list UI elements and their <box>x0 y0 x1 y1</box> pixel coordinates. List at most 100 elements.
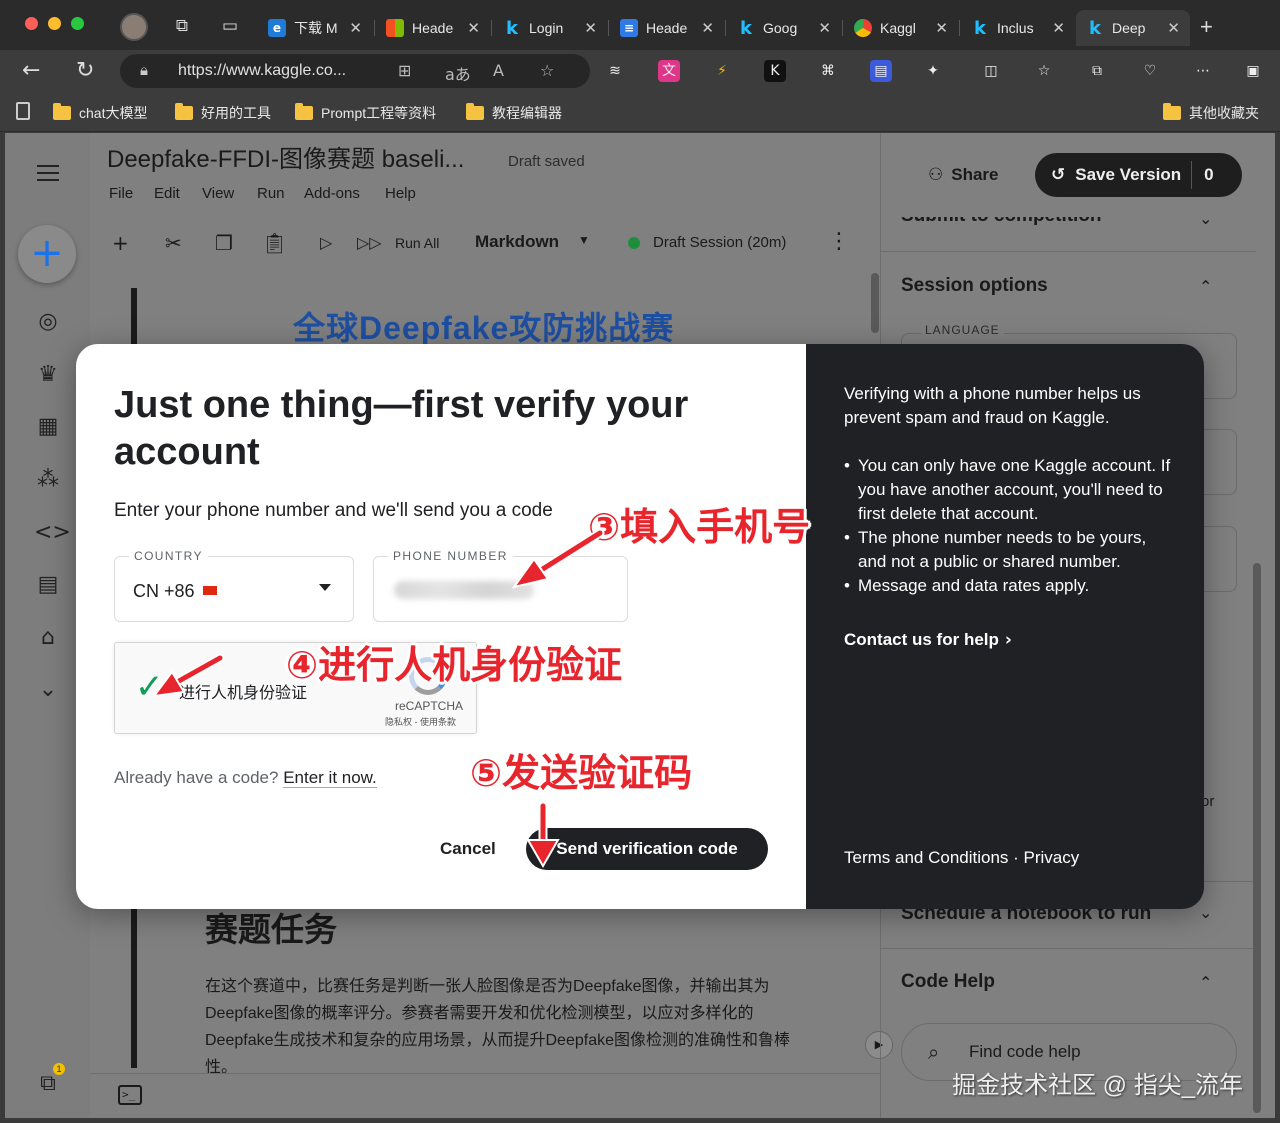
cancel-button[interactable]: Cancel <box>440 839 496 859</box>
recaptcha-terms-link[interactable]: 隐私权 - 使用条款 <box>385 715 456 728</box>
tab-actions-icon[interactable]: ▭ <box>220 16 240 36</box>
menu-edit[interactable]: Edit <box>154 185 180 202</box>
profile-avatar[interactable] <box>120 13 148 41</box>
translate-icon[interactable]: aあ <box>445 61 471 85</box>
bookmark-folder[interactable]: 教程编辑器 <box>466 103 562 123</box>
session-options-heading[interactable]: Session options <box>901 275 1048 297</box>
contact-help-link[interactable]: Contact us for help › <box>844 630 1012 650</box>
code-help-heading[interactable]: Code Help <box>901 971 995 993</box>
browser-tab[interactable]: k Goog ✕ <box>727 10 841 46</box>
learn-icon[interactable]: ⌂ <box>34 624 62 652</box>
extension-icon[interactable]: ▤ <box>870 60 892 82</box>
close-tab-icon[interactable]: ✕ <box>349 19 362 37</box>
submit-competition-heading[interactable]: Submit to competition <box>901 217 1102 227</box>
table-icon[interactable]: ▦ <box>34 413 62 441</box>
browser-tab[interactable]: ≡ Heade ✕ <box>610 10 724 46</box>
cell-type-select[interactable]: Markdown <box>475 232 559 252</box>
menu-view[interactable]: View <box>202 185 234 202</box>
country-select[interactable]: COUNTRY CN +86 <box>114 549 354 622</box>
maximize-window-button[interactable] <box>71 17 84 30</box>
chevron-up-icon[interactable]: ⌃ <box>1199 973 1212 992</box>
copy-icon[interactable]: ❐ <box>215 231 233 255</box>
close-tab-icon[interactable]: ✕ <box>701 19 714 37</box>
run-all-icon[interactable]: ▷▷ <box>357 231 382 255</box>
chevron-up-icon[interactable]: ⌃ <box>1199 277 1212 296</box>
page-icon[interactable] <box>16 102 30 120</box>
browser-tab[interactable]: Heade ✕ <box>376 10 490 46</box>
hamburger-menu-icon[interactable] <box>37 165 59 181</box>
lightning-extension-icon[interactable]: ⚡ <box>711 60 733 82</box>
other-bookmarks-folder[interactable]: 其他收藏夹 <box>1163 103 1259 123</box>
close-window-button[interactable] <box>25 17 38 30</box>
minimize-window-button[interactable] <box>48 17 61 30</box>
notebook-toolbar: + ✂ ❐ 📋︎ ▷ ▷▷ Run All Markdown ▼ Draft S… <box>90 223 870 263</box>
menu-file[interactable]: File <box>109 185 133 202</box>
console-icon[interactable]: >_ <box>118 1085 142 1105</box>
chevron-down-icon[interactable]: ⌄ <box>1199 209 1212 228</box>
puzzle-extensions-icon[interactable]: ✦ <box>922 60 944 82</box>
reload-icon[interactable]: ↻ <box>76 59 94 83</box>
add-cell-icon[interactable]: + <box>112 231 129 255</box>
menu-run[interactable]: Run <box>257 185 285 202</box>
folder-icon <box>175 103 193 120</box>
create-button[interactable]: + <box>18 225 76 283</box>
panel-scrollbar[interactable] <box>1253 563 1261 1113</box>
close-tab-icon[interactable]: ✕ <box>818 19 831 37</box>
extension-icon[interactable]: 文 <box>658 60 680 82</box>
browser-tab[interactable]: Kaggl ✕ <box>844 10 958 46</box>
url-text[interactable]: https://www.kaggle.co... <box>178 62 346 80</box>
extension-icon[interactable]: ⌘ <box>817 60 839 82</box>
sidebar-toggle-icon[interactable]: ▣ <box>1242 60 1264 82</box>
chevron-down-icon[interactable]: ⌄ <box>34 676 62 704</box>
run-all-button[interactable]: Run All <box>395 235 439 251</box>
paste-icon[interactable]: 📋︎ <box>262 231 287 255</box>
close-tab-icon[interactable]: ✕ <box>1167 19 1180 37</box>
extension-icon[interactable]: ≋ <box>604 60 626 82</box>
more-menu-icon[interactable]: ⋯ <box>1192 60 1214 82</box>
bookmark-folder[interactable]: 好用的工具 <box>175 103 271 123</box>
workspaces-icon[interactable]: ⧉ <box>172 16 192 36</box>
browser-tab[interactable]: e 下载 M ✕ <box>258 10 372 46</box>
close-tab-icon[interactable]: ✕ <box>935 19 948 37</box>
tab-label: Deep <box>1112 20 1146 36</box>
editor-scrollbar[interactable] <box>871 273 879 333</box>
session-status[interactable]: Draft Session (20m) <box>653 234 786 251</box>
favorite-star-icon[interactable]: ☆ <box>540 61 554 80</box>
split-screen-icon[interactable]: ◫ <box>980 60 1002 82</box>
collections-icon[interactable]: ⧉ <box>1086 60 1108 82</box>
dropdown-arrow-icon[interactable] <box>319 584 331 591</box>
back-icon[interactable]: ← <box>22 59 40 83</box>
discussion-icon[interactable]: ▤ <box>34 571 62 599</box>
code-icon[interactable]: <> <box>34 519 71 547</box>
address-bar[interactable]: 🔒︎ https://www.kaggle.co... ⊞ aあ A ☆ <box>120 54 590 88</box>
bookmark-folder[interactable]: chat大模型 <box>53 103 147 123</box>
terms-privacy-links[interactable]: Terms and Conditions · Privacy <box>844 848 1079 868</box>
new-tab-button[interactable]: + <box>1200 14 1213 40</box>
lock-icon[interactable]: 🔒︎ <box>140 61 148 79</box>
enter-code-link[interactable]: Enter it now. <box>283 768 377 788</box>
compass-icon[interactable]: ◎ <box>34 308 62 336</box>
menu-help[interactable]: Help <box>385 185 416 202</box>
favorites-icon[interactable]: ☆ <box>1033 60 1055 82</box>
browser-tab[interactable]: k Inclus ✕ <box>961 10 1075 46</box>
notebook-title[interactable]: Deepfake-FFDI-图像赛题 baseli... <box>107 139 464 174</box>
caret-down-icon[interactable]: ▼ <box>578 233 590 247</box>
performance-icon[interactable]: ♡ <box>1139 60 1161 82</box>
run-cell-icon[interactable]: ▷ <box>320 231 332 255</box>
session-status-dot <box>628 237 640 249</box>
app-grid-icon[interactable]: ⊞ <box>398 61 411 80</box>
cut-icon[interactable]: ✂ <box>165 231 182 255</box>
menu-addons[interactable]: Add-ons <box>304 185 360 202</box>
browser-tab-active[interactable]: k Deep ✕ <box>1076 10 1190 46</box>
bookmark-folder[interactable]: Prompt工程等资料 <box>295 103 436 123</box>
close-tab-icon[interactable]: ✕ <box>467 19 480 37</box>
models-icon[interactable]: ⁂ <box>34 466 62 494</box>
close-tab-icon[interactable]: ✕ <box>584 19 597 37</box>
close-tab-icon[interactable]: ✕ <box>1052 19 1065 37</box>
more-options-icon[interactable]: ⋮ <box>828 229 850 254</box>
k-extension-icon[interactable]: K <box>764 60 786 82</box>
trophy-icon[interactable]: ♛ <box>34 361 62 389</box>
browser-tab[interactable]: k Login ✕ <box>493 10 607 46</box>
annotation-step3: ③填入手机号 <box>588 505 811 549</box>
read-aloud-icon[interactable]: A <box>493 61 504 80</box>
